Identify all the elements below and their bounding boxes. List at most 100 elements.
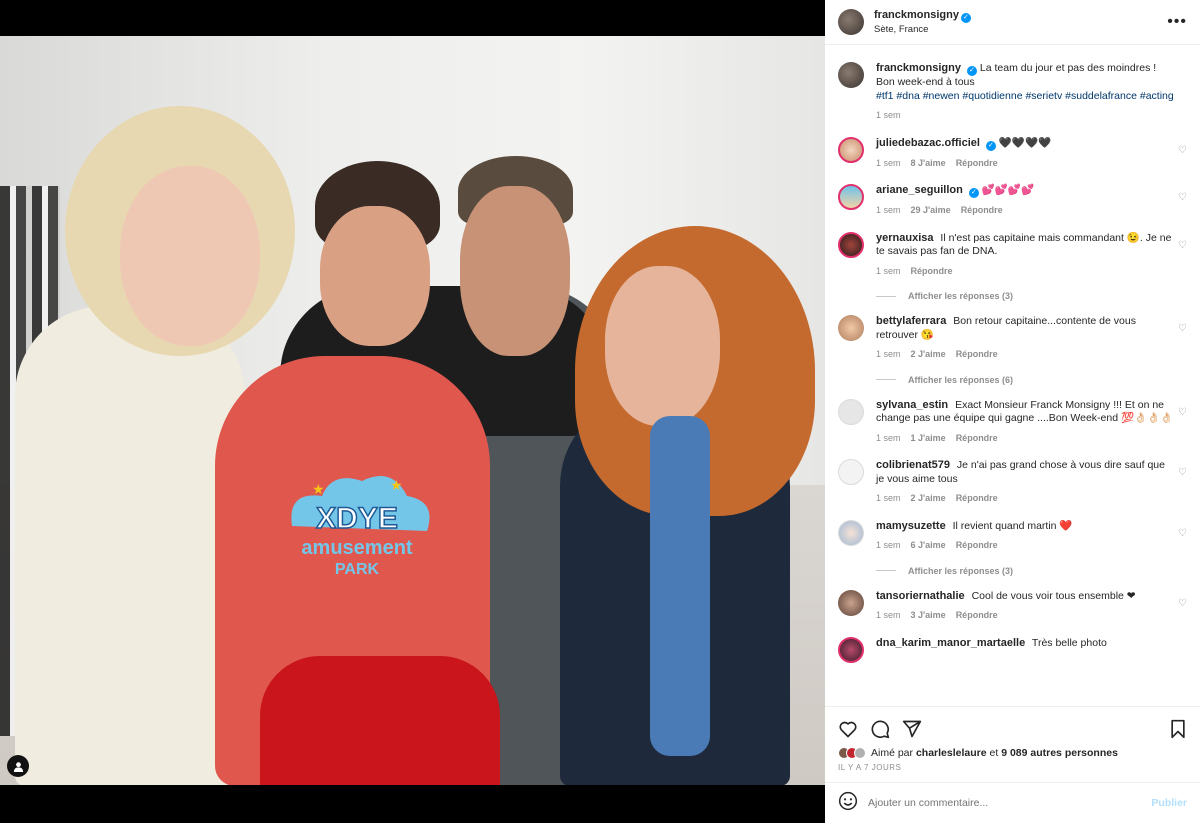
author-username[interactable]: franckmonsigny xyxy=(874,9,959,21)
sweatshirt-logo-text: XDYE xyxy=(316,502,398,535)
comment-username[interactable]: yernauxisa xyxy=(876,232,933,244)
comment-likes[interactable]: 2 J'aime xyxy=(911,349,946,359)
share-icon[interactable] xyxy=(902,719,922,739)
comment: colibrienat579 Je n'ai pas grand chose à… xyxy=(838,459,1187,506)
reply-button[interactable]: Répondre xyxy=(956,610,998,620)
add-comment-bar: Publier xyxy=(825,782,1200,823)
reply-button[interactable]: Répondre xyxy=(956,540,998,550)
reply-button[interactable]: Répondre xyxy=(956,349,998,359)
comment-likes[interactable]: 8 J'aime xyxy=(911,158,946,168)
comment-likes[interactable]: 6 J'aime xyxy=(911,540,946,550)
comment-time[interactable]: 1 sem xyxy=(876,610,901,620)
comment: sylvana_estin Exact Monsieur Franck Mons… xyxy=(838,398,1187,446)
comment-likes[interactable]: 3 J'aime xyxy=(911,610,946,620)
comment: dna_karim_manor_martaelle Très belle pho… xyxy=(838,636,1187,663)
post-location[interactable]: Sète, France xyxy=(874,23,971,37)
comment-text: Très belle photo xyxy=(1031,636,1107,649)
tagged-users-icon[interactable] xyxy=(7,755,29,777)
post-actions: Aimé par charleslelaure et 9 089 autres … xyxy=(825,706,1200,782)
reply-button[interactable]: Répondre xyxy=(911,266,953,276)
comment-icon[interactable] xyxy=(870,719,890,739)
comment-input[interactable] xyxy=(868,797,1148,809)
comment-text: Cool de vous voir tous ensemble ❤ xyxy=(971,589,1136,602)
comment: juliedebazac.officiel ✓ 🖤🖤🖤🖤 1 sem 8 J'aim… xyxy=(838,136,1187,171)
emoji-icon[interactable] xyxy=(838,791,858,816)
comment-username[interactable]: juliedebazac.officiel xyxy=(876,137,980,149)
liker-username[interactable]: charleslelaure xyxy=(916,747,987,759)
post-date[interactable]: IL Y A 7 JOURS xyxy=(838,763,1187,772)
svg-text:★: ★ xyxy=(312,481,325,497)
comment-heart-icon[interactable]: ♡ xyxy=(1178,145,1187,156)
sweatshirt-logo: XDYE amusement PARK ★ ★ xyxy=(291,476,430,578)
comment-username[interactable]: colibrienat579 xyxy=(876,459,950,471)
view-replies-label[interactable]: Afficher les réponses (3) xyxy=(908,291,1013,301)
more-icon[interactable]: ••• xyxy=(1167,13,1187,31)
publish-button[interactable]: Publier xyxy=(1151,797,1187,809)
liker-avatar xyxy=(854,747,866,759)
comment-username[interactable]: tansoriernathalie xyxy=(876,590,965,602)
verified-icon: ✓ xyxy=(960,13,971,23)
comment: tansoriernathalie Cool de vous voir tous… xyxy=(838,589,1187,623)
comment-heart-icon[interactable]: ♡ xyxy=(1178,323,1187,334)
commenter-avatar[interactable] xyxy=(838,459,864,485)
reply-button[interactable]: Répondre xyxy=(956,493,998,503)
comment-heart-icon[interactable]: ♡ xyxy=(1178,467,1187,478)
comment-text: 🖤🖤🖤🖤 xyxy=(998,136,1052,149)
verified-icon: ✓ xyxy=(968,188,979,198)
commenter-avatar[interactable] xyxy=(838,636,864,663)
sweatshirt-line3: PARK xyxy=(335,561,380,578)
likes-others[interactable]: 9 089 autres personnes xyxy=(1001,747,1118,759)
commenter-avatar[interactable] xyxy=(838,184,864,210)
caption: franckmonsigny ✓ La team du jour et pas d… xyxy=(838,62,1187,123)
commenter-avatar[interactable] xyxy=(838,231,864,258)
comment-likes[interactable]: 2 J'aime xyxy=(911,493,946,503)
commenter-avatar[interactable] xyxy=(838,398,864,425)
comments-list[interactable]: franckmonsigny ✓ La team du jour et pas d… xyxy=(825,46,1200,706)
comment: ariane_seguillon ✓ 💕💕💕💕 1 sem 29 J'aime Rép… xyxy=(838,184,1187,218)
comment-heart-icon[interactable]: ♡ xyxy=(1178,598,1187,609)
comment-time[interactable]: 1 sem xyxy=(876,266,901,276)
comment: mamysuzette Il revient quand martin ❤️ 1… xyxy=(838,519,1187,553)
heart-icon[interactable] xyxy=(838,719,858,739)
comment-heart-icon[interactable]: ♡ xyxy=(1178,407,1187,418)
bookmark-icon[interactable] xyxy=(1169,719,1187,739)
author-avatar[interactable] xyxy=(838,62,864,88)
comment-username[interactable]: bettylaferrara xyxy=(876,315,946,327)
comment-time[interactable]: 1 sem xyxy=(876,433,901,443)
commenter-avatar[interactable] xyxy=(838,519,864,546)
post-photo[interactable]: XDYE amusement PARK ★ ★ xyxy=(0,36,825,785)
comment-time[interactable]: 1 sem xyxy=(876,205,901,215)
comment-username[interactable]: ariane_seguillon xyxy=(876,184,963,196)
commenter-avatar[interactable] xyxy=(838,136,864,163)
view-replies[interactable]: Afficher les réponses (3) xyxy=(876,566,1187,576)
comment-time[interactable]: 1 sem xyxy=(876,540,901,550)
commenter-avatar[interactable] xyxy=(838,315,864,341)
comment-heart-icon[interactable]: ♡ xyxy=(1178,192,1187,203)
comment-heart-icon[interactable]: ♡ xyxy=(1178,240,1187,251)
sweatshirt-line2: amusement xyxy=(301,537,412,559)
reply-button[interactable]: Répondre xyxy=(956,158,998,168)
caption-username[interactable]: franckmonsigny xyxy=(876,62,961,74)
comment-likes[interactable]: 1 J'aime xyxy=(911,433,946,443)
view-replies[interactable]: Afficher les réponses (6) xyxy=(876,375,1187,385)
comment-likes[interactable]: 29 J'aime xyxy=(911,205,951,215)
comment-time[interactable]: 1 sem xyxy=(876,158,901,168)
caption-time[interactable]: 1 sem xyxy=(876,110,901,120)
comment-heart-icon[interactable]: ♡ xyxy=(1178,528,1187,539)
likes-prefix: Aimé par xyxy=(871,747,914,759)
commenter-avatar[interactable] xyxy=(838,589,864,616)
reply-button[interactable]: Répondre xyxy=(956,433,998,443)
author-avatar[interactable] xyxy=(838,9,864,35)
view-replies-label[interactable]: Afficher les réponses (6) xyxy=(908,375,1013,385)
comment-time[interactable]: 1 sem xyxy=(876,493,901,503)
reply-button[interactable]: Répondre xyxy=(961,205,1003,215)
view-replies[interactable]: Afficher les réponses (3) xyxy=(876,291,1187,301)
comment-username[interactable]: mamysuzette xyxy=(876,520,946,532)
comment-text: 💕💕💕💕 xyxy=(981,184,1035,196)
comment-username[interactable]: sylvana_estin xyxy=(876,399,948,411)
caption-hashtags[interactable]: #tf1 #dna #newen #quotidienne #serietv #… xyxy=(876,90,1174,102)
svg-text:★: ★ xyxy=(390,477,403,493)
view-replies-label[interactable]: Afficher les réponses (3) xyxy=(908,566,1013,576)
comment-time[interactable]: 1 sem xyxy=(876,349,901,359)
comment-username[interactable]: dna_karim_manor_martaelle xyxy=(876,637,1025,649)
